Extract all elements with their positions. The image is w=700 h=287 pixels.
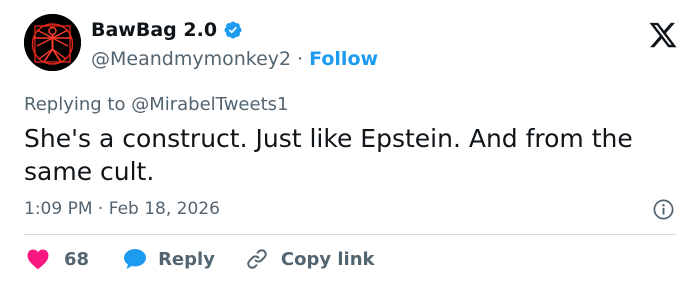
tweet-text: She's a construct. Just like Epstein. An… [24, 124, 633, 186]
vitruvian-man-icon [24, 14, 81, 71]
reply-bubble-icon [124, 249, 147, 269]
tweet-time: 1:09 PM [24, 199, 93, 219]
tweet-timestamp[interactable]: 1:09 PM · Feb 18, 2026 [24, 199, 220, 219]
x-logo-icon[interactable] [648, 20, 678, 50]
reply-button[interactable]: Reply [122, 247, 215, 271]
like-count: 68 [64, 248, 90, 270]
action-bar: 68 Reply Copy link [26, 247, 375, 271]
separator-dot: · [297, 48, 304, 70]
divider [24, 234, 676, 235]
separator-dot: · [97, 199, 104, 219]
heart-icon [27, 249, 49, 270]
author-display-name[interactable]: BawBag 2.0 [91, 19, 217, 41]
author-handle[interactable]: @Meandmymonkey2 [91, 48, 291, 70]
info-icon[interactable] [652, 198, 675, 221]
copy-link-label: Copy link [280, 248, 375, 270]
replying-to-handle[interactable]: @MirabelTweets1 [131, 94, 288, 115]
link-icon [247, 249, 267, 269]
reply-label: Reply [158, 248, 215, 270]
author-handle-row: @Meandmymonkey2 · Follow [91, 48, 378, 70]
replying-prefix: Replying to [24, 94, 126, 115]
replying-to: Replying to @MirabelTweets1 [24, 94, 288, 115]
follow-button[interactable]: Follow [309, 48, 378, 70]
author-name-row: BawBag 2.0 [91, 19, 243, 41]
verified-badge-icon [224, 21, 242, 39]
like-button[interactable]: 68 [26, 248, 89, 270]
avatar[interactable] [24, 14, 81, 71]
tweet-date: Feb 18, 2026 [108, 199, 220, 219]
copy-link-button[interactable]: Copy link [245, 247, 375, 271]
